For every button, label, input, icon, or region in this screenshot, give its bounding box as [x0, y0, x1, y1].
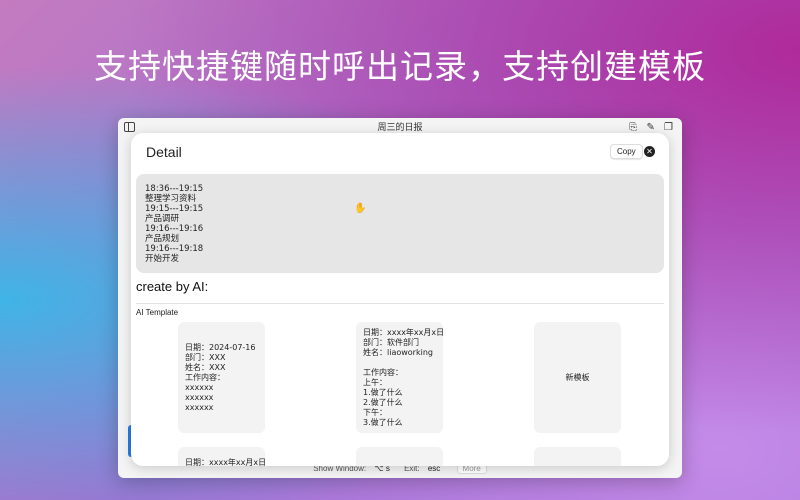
new-template-card[interactable]: 新模板 — [534, 322, 621, 433]
template-card[interactable]: 日期：xxxx年xx月x日 — [178, 447, 266, 467]
ai-heading: create by AI: — [136, 279, 209, 294]
detail-modal: Detail Copy ✕ 18:36---19:15 整理学习资料 19:15… — [131, 133, 669, 467]
cursor-hand-icon: ✋ — [354, 203, 367, 214]
copy-button[interactable]: Copy — [610, 144, 643, 159]
template-card[interactable] — [356, 447, 443, 466]
close-icon[interactable]: ✕ — [644, 146, 655, 157]
template-card[interactable]: 日期：2024-07-16 部门：XXX 姓名：XXX 工作内容： xxxxxx… — [178, 322, 265, 433]
divider — [136, 303, 664, 304]
window-title: 周三的日报 — [377, 123, 423, 133]
sidebar-toggle-icon[interactable] — [124, 122, 135, 132]
template-card[interactable]: 日期：xxxx年xx月x日 部门：软件部门 姓名：liaoworking 工作内… — [356, 322, 444, 433]
desktop-background: 支持快捷键随时呼出记录，支持创建模板 周三的日报 ⎘ ✎ ❐ Show Wind… — [0, 0, 800, 500]
modal-title: Detail — [146, 144, 182, 160]
headline: 支持快捷键随时呼出记录，支持创建模板 — [94, 47, 706, 86]
template-card[interactable] — [534, 447, 621, 466]
record-text[interactable]: 18:36---19:15 整理学习资料 19:15---19:15 产品调研 … — [136, 174, 664, 273]
ai-template-label: AI Template — [136, 308, 179, 317]
